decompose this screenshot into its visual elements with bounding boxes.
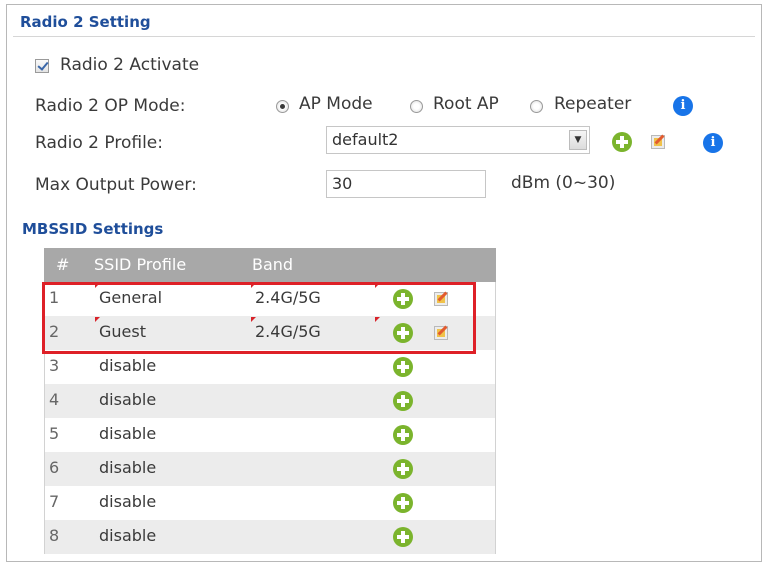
row-add-icon[interactable] <box>393 459 413 479</box>
mbssid-section-title: MBSSID Settings <box>22 220 164 238</box>
power-input-value: 30 <box>332 174 353 193</box>
radio-activate-checkbox[interactable] <box>35 59 49 73</box>
table-row[interactable]: 8 disable <box>44 520 496 554</box>
root-ap-radio[interactable] <box>410 100 423 113</box>
row-num: 5 <box>49 424 60 443</box>
repeater-label: Repeater <box>554 94 632 114</box>
radio-activate-label: Radio 2 Activate <box>60 55 200 75</box>
op-mode-info-icon[interactable]: i <box>673 96 693 116</box>
row-add-icon[interactable] <box>393 391 413 411</box>
profile-select[interactable]: default2 ▼ <box>326 126 590 154</box>
section-divider <box>13 36 755 37</box>
table-row[interactable]: 4 disable <box>44 384 496 418</box>
table-row[interactable]: 6 disable <box>44 452 496 486</box>
row-add-icon[interactable] <box>393 493 413 513</box>
profile-info-icon[interactable]: i <box>703 133 723 153</box>
profile-add-icon[interactable] <box>612 132 632 152</box>
table-row[interactable]: 5 disable <box>44 418 496 452</box>
row-num: 3 <box>49 356 60 375</box>
radio-section-title: Radio 2 Setting <box>20 13 151 31</box>
op-mode-label: Radio 2 OP Mode: <box>35 96 186 116</box>
table-row[interactable]: 7 disable <box>44 486 496 520</box>
root-ap-label: Root AP <box>433 94 499 114</box>
row-profile: disable <box>99 424 157 443</box>
row-num: 7 <box>49 492 60 511</box>
row-profile: disable <box>99 356 157 375</box>
row-profile: disable <box>99 492 157 511</box>
ap-mode-label: AP Mode <box>299 94 373 114</box>
table-row[interactable]: 3 disable <box>44 350 496 384</box>
ap-mode-radio[interactable] <box>276 100 289 113</box>
row-num: 4 <box>49 390 60 409</box>
dropdown-arrow-icon[interactable]: ▼ <box>569 130 587 150</box>
row-add-icon[interactable] <box>393 527 413 547</box>
profile-label: Radio 2 Profile: <box>35 133 163 153</box>
row-add-icon[interactable] <box>393 425 413 445</box>
col-header-num: # <box>56 255 70 274</box>
profile-edit-icon[interactable] <box>651 135 665 149</box>
row-num: 8 <box>49 526 60 545</box>
row-add-icon[interactable] <box>393 357 413 377</box>
repeater-radio[interactable] <box>530 100 543 113</box>
row-profile: disable <box>99 526 157 545</box>
power-unit: dBm (0~30) <box>511 173 616 193</box>
row-profile: disable <box>99 458 157 477</box>
highlight-box <box>42 282 476 354</box>
profile-select-value: default2 <box>332 130 399 149</box>
power-input[interactable]: 30 <box>326 170 486 198</box>
row-profile: disable <box>99 390 157 409</box>
col-header-band: Band <box>252 255 294 274</box>
row-num: 6 <box>49 458 60 477</box>
table-header: # SSID Profile Band <box>44 248 496 282</box>
power-label: Max Output Power: <box>35 175 197 195</box>
col-header-ssid-profile: SSID Profile <box>94 255 187 274</box>
